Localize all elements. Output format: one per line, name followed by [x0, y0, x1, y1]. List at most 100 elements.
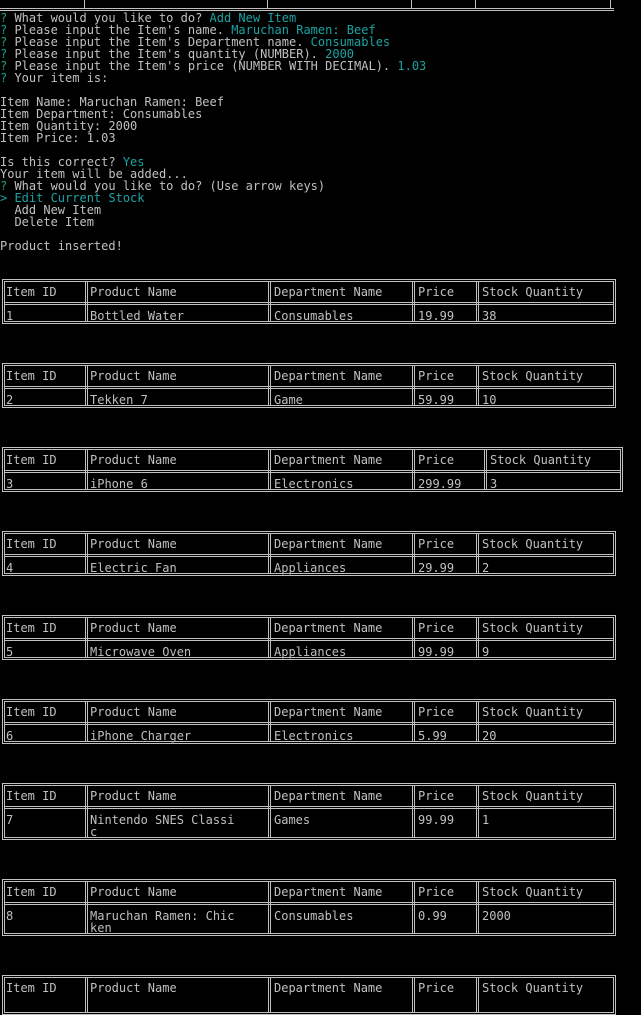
column-divider — [412, 786, 415, 837]
column-header: Item ID — [6, 453, 57, 467]
price-cell: 0.99 — [418, 909, 447, 923]
item-id-cell: 1 — [6, 309, 14, 323]
price-cell: 299.99 — [418, 477, 462, 491]
column-header: Price — [418, 981, 455, 995]
header-divider — [5, 302, 613, 305]
column-header: Department Name — [274, 537, 383, 551]
column-header: Stock Quantity — [482, 885, 584, 899]
prompt-line: ? Your item is: — [0, 72, 108, 84]
product-table: Item ID Product Name Department Name Price S… — [2, 879, 616, 936]
column-header: Price — [418, 285, 455, 299]
product-name-cell: Electric Fan — [90, 561, 177, 575]
product-name-cell: c — [90, 825, 98, 839]
column-header: Product Name — [90, 369, 177, 383]
price-cell: 29.99 — [418, 561, 455, 575]
item-summary-line: Item Price: 1.03 — [0, 132, 116, 144]
product-table: Item ID Product Name Department Name Price S… — [2, 447, 623, 492]
column-header: Price — [418, 885, 455, 899]
column-header: Stock Quantity — [490, 453, 592, 467]
column-header: Item ID — [6, 369, 57, 383]
column-divider — [85, 786, 88, 837]
department-cell: Electronics — [274, 729, 354, 743]
column-header: Price — [418, 621, 455, 635]
prompt-answer: 1.03 — [397, 59, 427, 73]
product-name-cell: ken — [90, 921, 112, 935]
column-header: Price — [418, 789, 455, 803]
product-name-cell: Microwave Oven — [90, 645, 192, 659]
column-header: Item ID — [6, 285, 57, 299]
column-header: Product Name — [90, 789, 177, 803]
product-table: Item ID Product Name Department Name Price S… — [2, 531, 616, 576]
stock-quantity-cell: 9 — [482, 645, 490, 659]
column-header: Product Name — [90, 285, 177, 299]
column-header: Product Name — [90, 885, 177, 899]
product-name-cell: Tekken 7 — [90, 393, 148, 407]
item-id-cell: 4 — [6, 561, 14, 575]
menu-option[interactable]: Delete Item — [0, 215, 93, 229]
price-cell: 5.99 — [418, 729, 447, 743]
stock-quantity-cell: 2 — [482, 561, 490, 575]
column-header: Department Name — [274, 453, 383, 467]
column-divider — [85, 882, 88, 933]
column-divider — [268, 882, 271, 933]
column-header: Item ID — [6, 789, 57, 803]
item-summary-text: Item Price: 1.03 — [0, 131, 116, 145]
header-divider — [5, 806, 613, 809]
product-name-cell: Nintendo SNES Classi — [90, 813, 235, 827]
item-id-cell: 2 — [6, 393, 14, 407]
column-header: Item ID — [6, 981, 57, 995]
column-header: Price — [418, 453, 455, 467]
column-divider — [85, 978, 88, 1012]
stock-quantity-cell: 3 — [490, 477, 498, 491]
column-header: Stock Quantity — [482, 369, 584, 383]
department-cell: Electronics — [274, 477, 354, 491]
column-header: Department Name — [274, 621, 383, 635]
stock-quantity-cell: 1 — [482, 813, 490, 827]
item-id-cell: 5 — [6, 645, 14, 659]
stock-quantity-cell: 38 — [482, 309, 497, 323]
column-divider — [412, 978, 415, 1012]
column-header: Price — [418, 537, 455, 551]
column-divider — [476, 882, 479, 933]
column-header: Stock Quantity — [482, 621, 584, 635]
column-divider — [268, 978, 271, 1012]
item-id-cell: 3 — [6, 477, 14, 491]
column-header: Product Name — [90, 705, 177, 719]
result-text: Product inserted! — [0, 239, 123, 253]
department-cell: Consumables — [274, 909, 354, 923]
column-divider — [476, 786, 479, 837]
column-divider — [476, 978, 479, 1012]
stock-quantity-cell: 20 — [482, 729, 497, 743]
prompt-text: Your item is: — [7, 71, 109, 85]
column-header: Price — [418, 369, 455, 383]
price-cell: 59.99 — [418, 393, 455, 407]
stock-quantity-cell: 2000 — [482, 909, 511, 923]
header-divider — [5, 470, 620, 473]
product-table: Item ID Product Name Department Name Price S… — [2, 279, 616, 324]
column-header: Department Name — [274, 705, 383, 719]
product-table: Item ID Product Name Department Name Price S… — [2, 783, 616, 840]
product-table: Item ID Product Name Department Name Price S… — [2, 975, 616, 1015]
department-cell: Appliances — [274, 561, 347, 575]
menu-option-label[interactable]: Delete Item — [0, 215, 93, 229]
column-header: Stock Quantity — [482, 705, 584, 719]
header-divider — [5, 902, 613, 905]
column-header: Department Name — [274, 981, 383, 995]
item-id-cell: 8 — [6, 909, 14, 923]
price-cell: 99.99 — [418, 645, 455, 659]
column-header: Item ID — [6, 621, 57, 635]
header-divider — [5, 722, 613, 725]
item-id-cell: 7 — [6, 813, 14, 827]
department-cell: Game — [274, 393, 303, 407]
product-name-cell: Bottled Water — [90, 309, 184, 323]
column-header: Department Name — [274, 285, 383, 299]
product-table: Item ID Product Name Department Name Price S… — [2, 363, 616, 408]
product-name-cell: iPhone 6 — [90, 477, 148, 491]
column-header: Item ID — [6, 885, 57, 899]
column-header: Stock Quantity — [482, 789, 584, 803]
column-header: Product Name — [90, 621, 177, 635]
column-header: Department Name — [274, 885, 383, 899]
column-header: Product Name — [90, 537, 177, 551]
department-cell: Games — [274, 813, 311, 827]
department-cell: Appliances — [274, 645, 347, 659]
